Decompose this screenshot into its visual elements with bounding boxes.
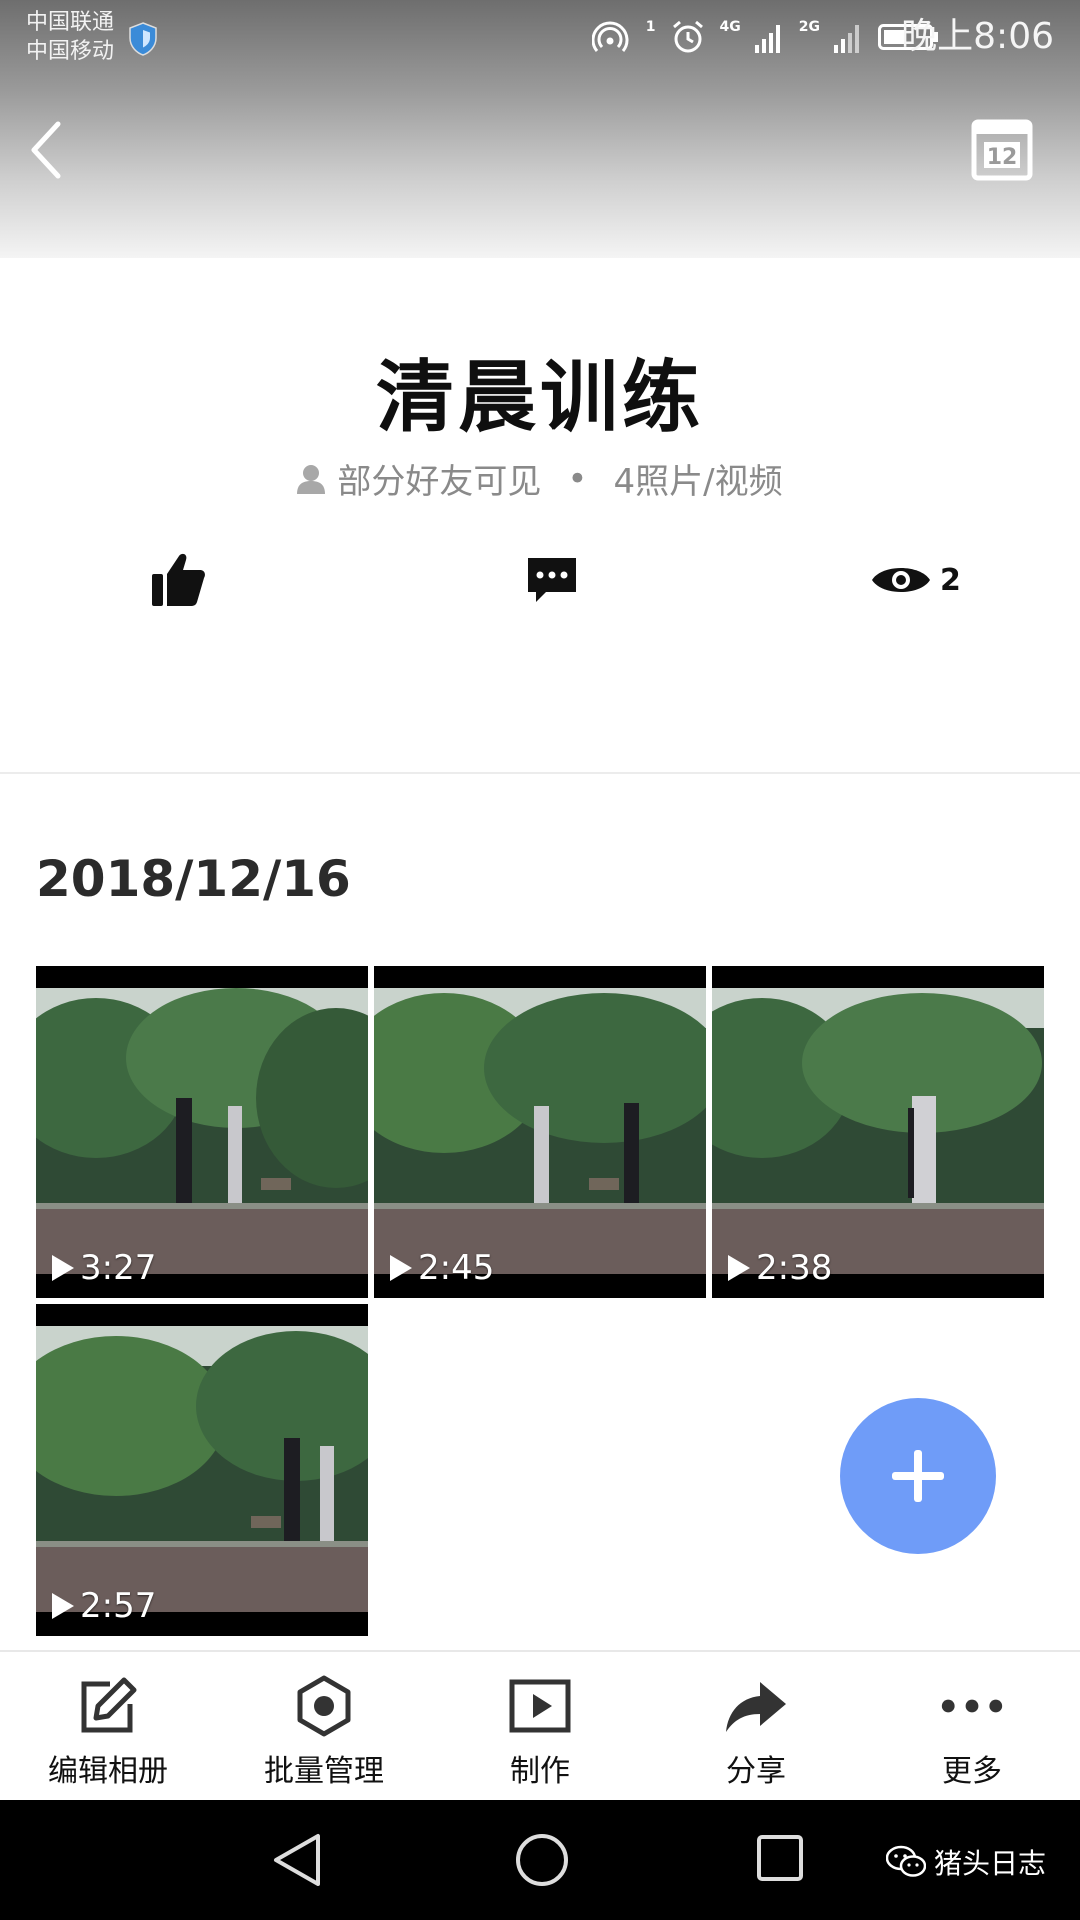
signal-icon-2 <box>834 25 859 53</box>
play-box-icon <box>509 1679 571 1733</box>
item-count-text: 4照片/视频 <box>613 462 783 502</box>
like-button[interactable] <box>148 550 208 610</box>
batch-manage-label: 批量管理 <box>264 1754 384 1789</box>
video-thumb-3[interactable]: 2:38 <box>712 966 1044 1298</box>
watermark-text: 猪头日志 <box>934 1847 1047 1880</box>
duration-text: 3:27 <box>80 1248 157 1288</box>
network-4g-label: 4G <box>719 19 741 35</box>
duration-label: 2:45 <box>390 1248 494 1288</box>
more-label: 更多 <box>942 1754 1002 1789</box>
hotspot-count: 1 <box>645 19 656 35</box>
carrier-info: 中国联通 中国移动 <box>26 8 114 66</box>
carrier-2: 中国移动 <box>26 39 115 64</box>
chevron-left-icon <box>31 121 61 179</box>
shield-icon <box>129 22 157 56</box>
play-icon <box>728 1255 750 1281</box>
more-dots-icon <box>941 1699 1003 1713</box>
nav-recent-icon[interactable] <box>756 1834 804 1882</box>
nav-back-icon[interactable] <box>270 1832 326 1888</box>
status-time: 晚上8:06 <box>901 16 1054 57</box>
video-thumb-1[interactable]: 3:27 <box>36 966 368 1298</box>
make-button[interactable]: 制作 <box>450 1674 630 1794</box>
thumbs-up-icon <box>152 553 205 606</box>
plus-icon <box>892 1450 944 1502</box>
play-icon <box>390 1255 412 1281</box>
video-thumb-2[interactable]: 2:45 <box>374 966 706 1298</box>
calendar-icon: 12 <box>971 119 1033 181</box>
network-2g-label: 2G <box>798 19 820 35</box>
watermark: 猪头日志 <box>886 1842 1046 1882</box>
system-nav-bar: 猪头日志 <box>0 1800 1080 1920</box>
header-area: 中国联通 中国移动 1 4G 2G 晚上8:06 12 <box>0 0 1080 258</box>
section-date: 2018/12/16 <box>36 850 351 908</box>
make-label: 制作 <box>510 1754 570 1789</box>
hotspot-icon <box>591 21 629 52</box>
status-icons: 1 4G 2G <box>591 14 940 60</box>
comment-icon <box>528 558 576 602</box>
duration-label: 3:27 <box>52 1248 156 1288</box>
hexagon-settings-icon <box>297 1675 351 1737</box>
album-meta: 部分好友可见 • 4照片/视频 <box>0 454 1080 503</box>
edit-album-label: 编辑相册 <box>48 1754 168 1789</box>
views-count: 2 <box>940 562 961 598</box>
duration-label: 2:57 <box>52 1586 156 1626</box>
meta-separator: • <box>567 458 588 499</box>
duration-text: 2:45 <box>418 1248 495 1288</box>
share-label: 分享 <box>726 1754 786 1789</box>
video-scene <box>36 988 368 1274</box>
album-actions: 2 <box>0 550 1080 610</box>
bottom-toolbar: 编辑相册 批量管理 制作 分享 更多 <box>0 1650 1080 1802</box>
album-title: 清晨训练 <box>375 353 704 443</box>
comment-button[interactable] <box>524 552 580 608</box>
add-button[interactable] <box>840 1398 996 1554</box>
wechat-icon <box>886 1845 926 1877</box>
divider <box>0 772 1080 774</box>
duration-text: 2:57 <box>80 1586 157 1626</box>
play-icon <box>52 1593 74 1619</box>
views-indicator: 2 <box>870 552 961 608</box>
calendar-day: 12 <box>987 145 1018 170</box>
video-scene <box>374 988 706 1274</box>
video-scene <box>36 1326 368 1612</box>
video-scene <box>712 988 1044 1274</box>
signal-icon-1 <box>754 25 780 53</box>
share-button[interactable]: 分享 <box>666 1674 846 1794</box>
carrier-1: 中国联通 <box>26 10 115 35</box>
edit-icon <box>81 1677 137 1733</box>
play-icon <box>52 1255 74 1281</box>
batch-manage-button[interactable]: 批量管理 <box>234 1674 414 1794</box>
duration-text: 2:38 <box>756 1248 833 1288</box>
video-thumb-4[interactable]: 2:57 <box>36 1304 368 1636</box>
status-bar: 中国联通 中国移动 1 4G 2G 晚上8:06 <box>0 0 1080 80</box>
back-button[interactable] <box>20 112 70 188</box>
share-arrow-icon <box>726 1682 786 1732</box>
nav-home-icon[interactable] <box>514 1832 570 1888</box>
person-icon <box>297 464 326 494</box>
eye-icon <box>872 568 930 592</box>
calendar-button[interactable]: 12 <box>970 118 1034 182</box>
alarm-icon <box>672 20 703 53</box>
visibility-text: 部分好友可见 <box>337 462 542 502</box>
duration-label: 2:38 <box>728 1248 832 1288</box>
edit-album-button[interactable]: 编辑相册 <box>18 1674 198 1794</box>
more-button[interactable]: 更多 <box>882 1674 1062 1794</box>
